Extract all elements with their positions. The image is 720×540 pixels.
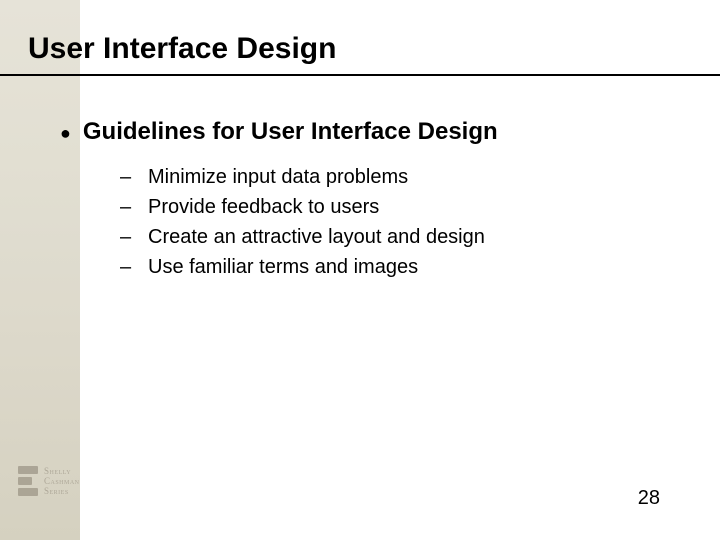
logo-line: Shelly bbox=[44, 466, 80, 476]
list-item: – Minimize input data problems bbox=[120, 164, 485, 190]
sub-item-text: Provide feedback to users bbox=[148, 194, 379, 220]
slide-title: User Interface Design bbox=[28, 32, 336, 66]
sub-item-text: Minimize input data problems bbox=[148, 164, 408, 190]
sub-item-text: Create an attractive layout and design bbox=[148, 224, 485, 250]
dash-icon: – bbox=[120, 254, 134, 280]
page-number: 28 bbox=[638, 487, 660, 510]
logo-line: Series bbox=[44, 486, 80, 496]
dash-icon: – bbox=[120, 194, 134, 220]
slide-content: User Interface Design ● Guidelines for U… bbox=[0, 0, 720, 540]
list-item: – Create an attractive layout and design bbox=[120, 224, 485, 250]
main-bullet: ● Guidelines for User Interface Design bbox=[60, 118, 498, 148]
main-bullet-text: Guidelines for User Interface Design bbox=[83, 118, 498, 146]
publisher-logo: Shelly Cashman Series bbox=[18, 466, 80, 496]
logo-text: Shelly Cashman Series bbox=[44, 466, 80, 496]
sub-bullet-list: – Minimize input data problems – Provide… bbox=[120, 164, 485, 284]
dash-icon: – bbox=[120, 164, 134, 190]
title-underline bbox=[0, 74, 720, 76]
bullet-dot-icon: ● bbox=[60, 118, 71, 148]
logo-line: Cashman bbox=[44, 476, 80, 486]
logo-mark-icon bbox=[18, 466, 38, 496]
list-item: – Provide feedback to users bbox=[120, 194, 485, 220]
sub-item-text: Use familiar terms and images bbox=[148, 254, 418, 280]
list-item: – Use familiar terms and images bbox=[120, 254, 485, 280]
dash-icon: – bbox=[120, 224, 134, 250]
